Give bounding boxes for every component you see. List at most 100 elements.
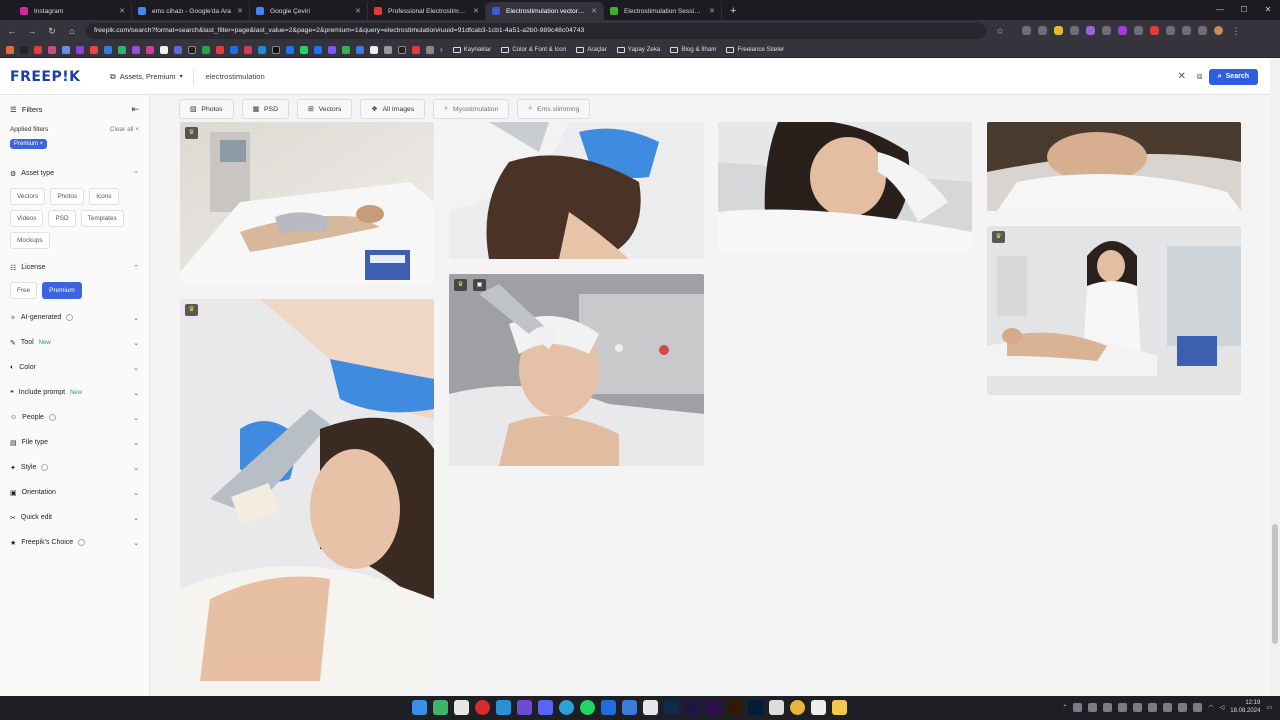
bookmark-icon[interactable]: [104, 45, 112, 54]
filter-section[interactable]: ☺ People ⌄: [0, 405, 149, 430]
whatsapp-icon[interactable]: [580, 700, 595, 715]
file-explorer-icon[interactable]: [832, 700, 847, 715]
asset-type-option[interactable]: Vectors: [10, 188, 46, 205]
bookmark-icon[interactable]: [202, 45, 210, 54]
app-icon[interactable]: [643, 700, 658, 715]
browser-tab[interactable]: Electrostimulation vectors, phot ✕: [486, 2, 604, 20]
filter-section[interactable]: ▣ Orientation ⌄: [0, 480, 149, 505]
app-icon[interactable]: [433, 700, 448, 715]
extension-icon[interactable]: [1086, 25, 1095, 35]
bookmark-icon[interactable]: [174, 45, 182, 54]
filter-section[interactable]: ★ Freepik's Choice ⌄: [0, 530, 149, 555]
bookmark-folder[interactable]: Freelance Siteler: [726, 46, 784, 53]
related-search-chip[interactable]: ⌕ Myostimulation: [433, 99, 510, 119]
bookmark-icon[interactable]: [34, 45, 42, 54]
bookmark-icon[interactable]: [118, 45, 126, 54]
forward-icon[interactable]: →: [26, 26, 38, 36]
asset-type-option[interactable]: Templates: [80, 210, 124, 227]
reload-icon[interactable]: ↻: [46, 26, 58, 37]
bookmark-icon[interactable]: [188, 45, 196, 54]
section-asset-type[interactable]: ⚙ Asset type ⌃: [0, 161, 149, 186]
tray-icon[interactable]: [1103, 702, 1113, 712]
extension-icon[interactable]: [1054, 25, 1063, 35]
bookmark-icon[interactable]: [272, 45, 280, 54]
tray-chevron-icon[interactable]: ⌃: [1062, 704, 1067, 711]
tray-icon[interactable]: [1163, 702, 1173, 712]
filter-section[interactable]: ❝ Include prompt New ⌄: [0, 380, 149, 405]
bookmark-icon[interactable]: [48, 45, 56, 54]
info-icon[interactable]: [48, 414, 56, 421]
result-card[interactable]: [987, 122, 1241, 211]
bookmark-icon[interactable]: [6, 45, 14, 54]
browser-tab[interactable]: Instagram ✕: [14, 2, 132, 20]
taskbar-clock[interactable]: 12:19 18.08.2024: [1230, 699, 1260, 715]
info-icon[interactable]: [78, 539, 86, 546]
result-card[interactable]: ♛ ▣: [449, 274, 704, 466]
asset-type-option[interactable]: Icons: [89, 188, 119, 205]
sidepanel-icon[interactable]: [1198, 25, 1207, 35]
back-icon[interactable]: ←: [6, 26, 18, 36]
app-icon[interactable]: [475, 700, 490, 715]
info-icon[interactable]: [66, 314, 74, 321]
telegram-icon[interactable]: [559, 700, 574, 715]
illustrator-icon[interactable]: [727, 700, 742, 715]
bookmark-icon[interactable]: [412, 45, 420, 54]
app-icon[interactable]: [769, 700, 784, 715]
filter-section[interactable]: ◐ Color ⌄: [0, 355, 149, 380]
close-tab-icon[interactable]: ✕: [355, 7, 361, 15]
license-option[interactable]: Premium: [42, 282, 82, 299]
bookmark-icon[interactable]: [90, 45, 98, 54]
close-tab-icon[interactable]: ✕: [591, 7, 597, 15]
asset-type-option[interactable]: Videos: [10, 210, 44, 227]
discord-icon[interactable]: [538, 700, 553, 715]
menu-dots-icon[interactable]: ⋮: [1230, 26, 1242, 37]
tray-icon[interactable]: [1088, 702, 1098, 712]
download-icon[interactable]: [1182, 25, 1191, 35]
bookmark-icon[interactable]: [356, 45, 364, 54]
bookmark-icon[interactable]: [132, 45, 140, 54]
filter-chip[interactable]: ⊞ Vectors: [297, 99, 353, 119]
extension-icon[interactable]: [1038, 25, 1047, 35]
notification-icon[interactable]: ▭: [1266, 704, 1272, 711]
premiere-icon[interactable]: [706, 700, 721, 715]
result-card[interactable]: ♛: [987, 226, 1241, 395]
notion-icon[interactable]: [811, 700, 826, 715]
asset-type-option[interactable]: PSD: [48, 210, 76, 227]
extension-icon[interactable]: [1118, 25, 1127, 35]
bookmark-icon[interactable]: [398, 45, 406, 54]
related-search-chip[interactable]: ⌕ Ems slimming: [517, 99, 591, 119]
bookmark-icon[interactable]: [370, 45, 378, 54]
result-card[interactable]: ♛: [180, 122, 434, 284]
wifi-icon[interactable]: ◠: [1208, 704, 1213, 711]
filter-chip[interactable]: ▨ Photos: [179, 99, 234, 119]
browser-tab[interactable]: Google Çeviri ✕: [250, 2, 368, 20]
browser-tab[interactable]: Professional Electrostimulation ✕: [368, 2, 486, 20]
bookmark-icon[interactable]: [286, 45, 294, 54]
close-tab-icon[interactable]: ✕: [237, 7, 243, 15]
close-window-icon[interactable]: ✕: [1256, 0, 1280, 20]
bookmark-icon[interactable]: [384, 45, 392, 54]
filter-chip[interactable]: ▦ PSD: [241, 99, 289, 119]
result-card[interactable]: [449, 122, 704, 259]
bookmark-icon[interactable]: [426, 45, 434, 54]
bookmark-icon[interactable]: [328, 45, 336, 54]
browser-tab[interactable]: Electrostimulation Session Pict ✕: [604, 2, 722, 20]
freepik-logo[interactable]: FREEP!K: [0, 69, 100, 85]
bookmark-icon[interactable]: [146, 45, 154, 54]
bookmark-folder[interactable]: Kaynaklar: [452, 46, 491, 53]
asset-type-option[interactable]: Photos: [50, 188, 85, 205]
app-icon[interactable]: [622, 700, 637, 715]
bookmark-folder[interactable]: Color & Font & Icon: [501, 46, 566, 53]
filter-section[interactable]: ✎ Tool New ⌄: [0, 330, 149, 355]
extension-icon[interactable]: [1134, 25, 1143, 35]
result-card[interactable]: [718, 122, 972, 252]
bookmark-icon[interactable]: [160, 45, 168, 54]
puzzle-icon[interactable]: [1166, 25, 1175, 35]
tray-icon[interactable]: [1073, 702, 1083, 712]
bookmark-icon[interactable]: [314, 45, 322, 54]
bookmark-icon[interactable]: [230, 45, 238, 54]
app-icon[interactable]: [517, 700, 532, 715]
clear-all-link[interactable]: Clear all ×: [110, 126, 139, 133]
info-icon[interactable]: [41, 464, 49, 471]
filter-section[interactable]: ✦ Style ⌄: [0, 455, 149, 480]
